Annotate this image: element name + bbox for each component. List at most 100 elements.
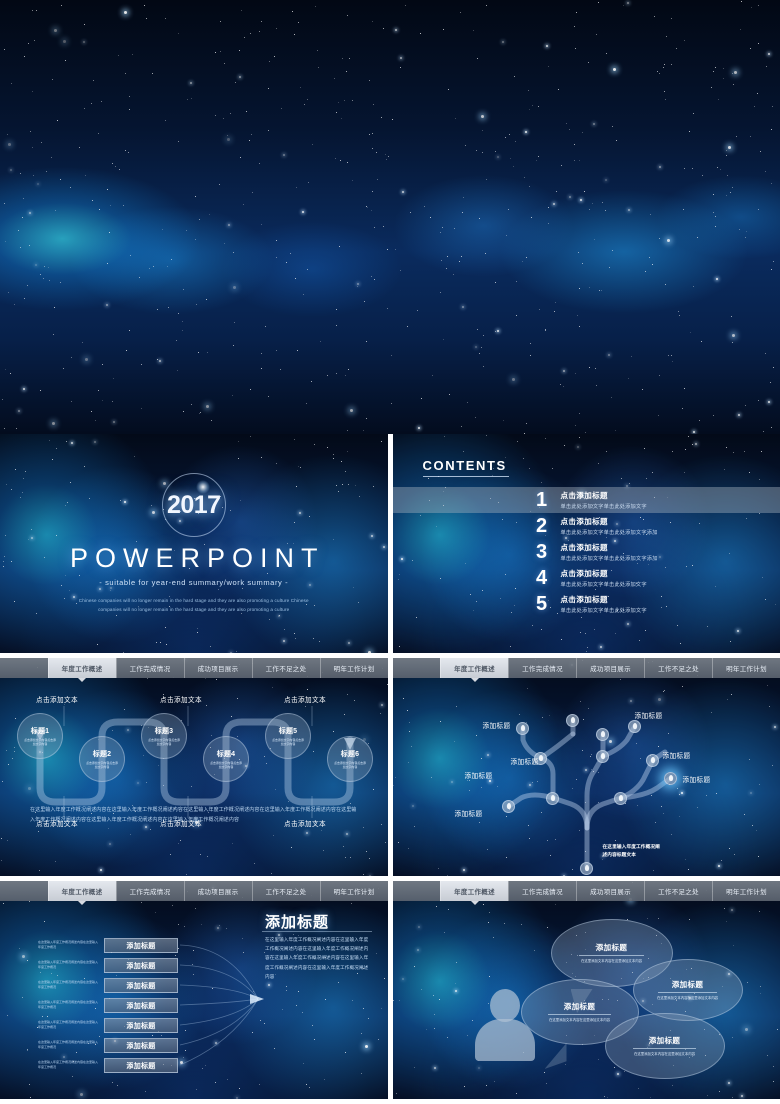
contents-list: 1点击添加标题单击此处添加文字单击此处添加文字2点击添加标题单击此处添加文字单击… [393,487,780,617]
heading-underline [423,476,509,477]
bar-item-1[interactable]: 添加标题 [104,938,178,953]
tab-0[interactable]: 年度工作概述 [440,658,508,678]
process-node-5[interactable]: 标题5点击添加文字内容点击添加文字内容 [265,713,311,759]
tab-3[interactable]: 工作不足之处 [644,881,712,901]
process-node-3[interactable]: 标题3点击添加文字内容点击添加文字内容 [141,713,187,759]
contents-item-3[interactable]: 3点击添加标题单击此处添加文字单击此处添加文字添加 [393,539,780,565]
bubbles-diagram: 添加标题在这里添加文本内容在这里添加文本内容添加标题在这里添加文本内容在这里添加… [393,901,780,1099]
tab-4[interactable]: 明年工作计划 [320,881,388,901]
tab-0[interactable]: 年度工作概述 [48,881,116,901]
contents-item-number: 2 [531,516,553,536]
tree-label-3: 添加标题 [511,756,539,766]
contents-item-4[interactable]: 4点击添加标题单击此处添加文字单击此处添加文字 [393,565,780,591]
tab-1[interactable]: 工作完成情况 [116,658,184,678]
contents-item-2[interactable]: 2 点击添加标题单击此处添加文字单击此处添加文字添加 [393,513,780,539]
slide-bubbles[interactable]: 年度工作概述工作完成情况成功项目展示工作不足之处明年工作计划 添加标题在这里添加… [393,881,780,1099]
tree-node-12[interactable] [664,772,677,785]
speech-bubble-4[interactable]: 添加标题在这里添加文本内容在这里添加文本内容 [605,1013,725,1079]
tree-node-8[interactable] [596,750,609,763]
year-label: 2017 [167,491,221,520]
speech-bubble-2[interactable]: 添加标题在这里添加文本内容在这里添加文本内容 [633,959,743,1021]
bar-item-5[interactable]: 添加标题 [104,1018,178,1033]
tree-node-9[interactable] [596,728,609,741]
tab-2[interactable]: 成功项目展示 [576,881,644,901]
tab-3[interactable]: 工作不足之处 [252,881,320,901]
tab-3[interactable]: 工作不足之处 [252,658,320,678]
slide-bars[interactable]: 年度工作概述工作完成情况成功项目展示工作不足之处明年工作计划 添加标题在这里输入… [0,881,388,1099]
tree-label-6: 添加标题 [455,808,483,818]
process-path [0,678,387,876]
tree-node-11[interactable] [646,754,659,767]
tab-2[interactable]: 成功项目展示 [184,658,252,678]
tab-2[interactable]: 成功项目展示 [576,658,644,678]
process-node-body: 点击添加文字内容点击添加文字内容 [209,761,243,769]
process-node-body: 点击添加文字内容点击添加文字内容 [23,738,57,746]
bar-item-4[interactable]: 添加标题 [104,998,178,1013]
contents-item-number: 3 [531,542,553,562]
slide-row-2: 年度工作概述工作完成情况成功项目展示工作不足之处明年工作计划 标题1点击 [0,658,780,876]
tree-label-2: 添加标题 [635,710,663,720]
bar-item-3[interactable]: 添加标题 [104,978,178,993]
process-node-4[interactable]: 标题4点击添加文字内容点击添加文字内容 [203,736,249,782]
tab-4[interactable]: 明年工作计划 [320,658,388,678]
nav-tab-bar[interactable]: 年度工作概述工作完成情况成功项目展示工作不足之处明年工作计划 [393,658,780,678]
bar-item-7[interactable]: 添加标题 [104,1058,178,1073]
slide-row-3: 年度工作概述工作完成情况成功项目展示工作不足之处明年工作计划 添加标题在这里输入… [0,881,780,1099]
slide-tree[interactable]: 年度工作概述工作完成情况成功项目展示工作不足之处明年工作计划 [393,658,780,876]
tab-1[interactable]: 工作完成情况 [116,881,184,901]
tree-label-7: 添加标题 [683,774,711,784]
bubble-divider [658,992,716,993]
tree-label-4: 添加标题 [465,770,493,780]
process-node-1[interactable]: 标题1 点击添加文字内容点击添加文字内容 [17,713,63,759]
tree-diagram: 添加标题添加标题添加标题添加标题添加标题添加标题添加标题 [393,678,780,876]
nav-tab-bar[interactable]: 年度工作概述工作完成情况成功项目展示工作不足之处明年工作计划 [0,881,388,901]
bubble-title: 添加标题 [672,979,704,990]
tree-node-7[interactable] [566,714,579,727]
tree-node-4[interactable] [502,800,515,813]
slide-process[interactable]: 年度工作概述工作完成情况成功项目展示工作不足之处明年工作计划 标题1点击 [0,658,388,876]
contents-item-subtitle: 单击此处添加文字单击此处添加文字 [561,607,647,614]
process-node-title: 标题1 [31,726,50,736]
tree-node-10[interactable] [628,720,641,733]
process-top-label-3: 点击添加文本 [284,694,326,704]
tree-node-3[interactable] [614,792,627,805]
slide-contents[interactable]: CONTENTS 1点击添加标题单击此处添加文字单击此处添加文字2点击添加标题单… [393,434,780,653]
process-bottom-label-3: 点击添加文本 [284,818,326,828]
process-node-body: 点击添加文字内容点击添加文字内容 [85,761,119,769]
tree-node-1[interactable] [580,862,593,875]
star-field [0,0,780,434]
contents-item-1[interactable]: 1点击添加标题单击此处添加文字单击此处添加文字 [393,487,780,513]
process-node-2[interactable]: 标题2 点击添加文字内容点击添加文字内容 [79,736,125,782]
nav-tab-bar[interactable]: 年度工作概述工作完成情况成功项目展示工作不足之处明年工作计划 [393,881,780,901]
process-node-6[interactable]: 标题6 点击添加文字内容点击添加文字内容 [327,736,373,782]
process-node-title: 标题2 [93,749,112,759]
tab-4[interactable]: 明年工作计划 [712,658,780,678]
slide-title[interactable]: 2017 POWERPOINT - suitable for year-end … [0,434,388,653]
process-top-label-1: 点击添加文本 [36,694,78,704]
tab-0[interactable]: 年度工作概述 [48,658,116,678]
tab-0[interactable]: 年度工作概述 [440,881,508,901]
tree-branches [393,678,780,876]
hero-banner [0,0,780,434]
bar-item-6[interactable]: 添加标题 [104,1038,178,1053]
tab-4[interactable]: 明年工作计划 [712,881,780,901]
contents-item-subtitle: 单击此处添加文字单击此处添加文字添加 [561,555,658,562]
tab-2[interactable]: 成功项目展示 [184,881,252,901]
process-node-title: 标题3 [155,726,174,736]
contents-item-5[interactable]: 5点击添加标题单击此处添加文字单击此处添加文字 [393,591,780,617]
tab-1[interactable]: 工作完成情况 [508,658,576,678]
contents-item-subtitle: 单击此处添加文字单击此处添加文字添加 [561,529,658,536]
tree-node-2[interactable] [546,792,559,805]
page-subtitle: - suitable for year-end summary/work sum… [99,578,288,587]
tab-3[interactable]: 工作不足之处 [644,658,712,678]
process-node-title: 标题6 [341,749,360,759]
bar-item-2[interactable]: 添加标题 [104,958,178,973]
process-bottom-label-2: 点击添加文本 [160,818,202,828]
contents-item-title: 点击添加标题 [561,594,647,605]
process-node-body: 点击添加文字内容点击添加文字内容 [333,761,367,769]
nav-tab-bar[interactable]: 年度工作概述工作完成情况成功项目展示工作不足之处明年工作计划 [0,658,388,678]
tree-node-6[interactable] [516,722,529,735]
contents-item-title: 点击添加标题 [561,516,658,527]
tab-1[interactable]: 工作完成情况 [508,881,576,901]
bar-note-4: 在这里输入年度工作概况阐述内容在这里输入年度工作概况 [38,1000,100,1010]
